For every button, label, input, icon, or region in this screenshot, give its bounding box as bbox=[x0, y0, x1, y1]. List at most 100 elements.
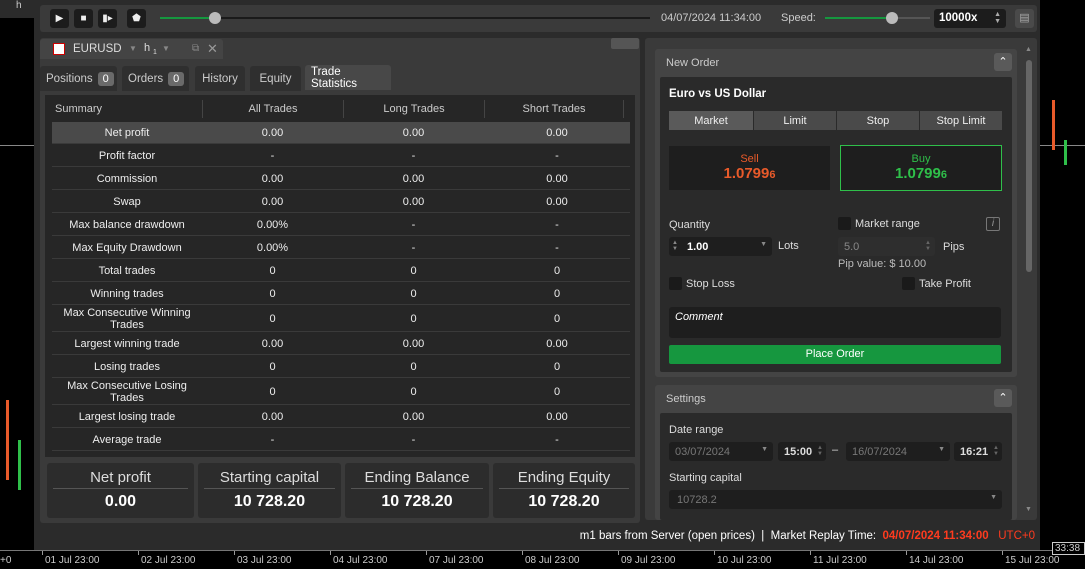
play-button[interactable]: ▶ bbox=[50, 9, 69, 28]
tab-orders[interactable]: Orders 0 bbox=[122, 66, 189, 91]
long-trades-value: 0 bbox=[410, 264, 417, 277]
popout-icon[interactable]: ⧉ bbox=[192, 43, 199, 54]
chart-timeframe[interactable]: h bbox=[16, 0, 22, 11]
speed-slider-handle[interactable] bbox=[886, 12, 898, 24]
take-profit-checkbox[interactable] bbox=[902, 277, 915, 290]
table-row[interactable]: Profit factor - - - bbox=[52, 145, 630, 167]
all-trades-value: - bbox=[270, 433, 275, 446]
col-header-long: Long Trades bbox=[343, 100, 484, 118]
long-trades-value: 0 bbox=[410, 360, 417, 373]
market-range-input[interactable]: 5.0 ▲ ▼ bbox=[838, 237, 935, 256]
tab-positions[interactable]: Positions 0 bbox=[40, 66, 117, 91]
spinner-icon[interactable]: ▲ ▼ bbox=[993, 445, 999, 457]
table-row[interactable]: Max balance drawdown 0.00% - - bbox=[52, 214, 630, 236]
step-candle-button[interactable]: ▮▸ bbox=[98, 9, 117, 28]
chart-tab[interactable]: EURUSD ▼ h 1 ▼ ⧉ ✕ bbox=[40, 39, 223, 59]
axis-tick bbox=[714, 551, 715, 555]
info-icon[interactable]: i bbox=[986, 217, 1000, 231]
table-row[interactable]: Max Equity Drawdown 0.00% - - bbox=[52, 237, 630, 259]
drag-handle[interactable] bbox=[611, 38, 639, 49]
end-date-picker[interactable]: 16/07/2024 ▼ bbox=[846, 442, 950, 461]
col-header-short: Short Trades bbox=[484, 100, 624, 118]
market-range-label: Market range bbox=[855, 218, 920, 230]
start-time-input[interactable]: 15:00 ▲ ▼ bbox=[778, 442, 826, 461]
all-trades-value: 0 bbox=[269, 287, 276, 300]
axis-tick bbox=[330, 551, 331, 555]
all-trades-value: 0.00% bbox=[256, 241, 289, 254]
scrollbar[interactable]: ▲ ▼ bbox=[1024, 46, 1034, 516]
short-trades-value: 0.00 bbox=[546, 126, 568, 139]
sell-button[interactable]: Sell 1.07996 bbox=[669, 146, 830, 190]
tab-label: History bbox=[202, 72, 238, 85]
order-type-tab[interactable]: Market bbox=[669, 111, 753, 130]
progress-track[interactable] bbox=[160, 17, 650, 19]
dropdown-icon[interactable]: ▼ bbox=[761, 446, 768, 453]
close-icon[interactable]: ✕ bbox=[207, 41, 218, 57]
row-label: Average trade bbox=[92, 433, 162, 446]
dropdown-icon[interactable]: ▼ bbox=[760, 241, 767, 248]
quantity-input[interactable]: 1.00 ▲ ▼ ▼ bbox=[669, 237, 772, 256]
scrollbar-thumb[interactable] bbox=[1026, 60, 1032, 272]
long-trades-value: 0.00 bbox=[402, 126, 425, 139]
stop-button[interactable]: ■ bbox=[74, 9, 93, 28]
axis-label: 15 Jul 23:00 bbox=[1005, 555, 1060, 566]
axis-tick bbox=[138, 551, 139, 555]
spinner-icon[interactable]: ▲ ▼ bbox=[994, 11, 1001, 25]
table-row[interactable]: Net profit 0.00 0.00 0.00 bbox=[52, 122, 630, 144]
axis-tick bbox=[522, 551, 523, 555]
instrument-name: Euro vs US Dollar bbox=[669, 88, 767, 100]
spinner-icon[interactable]: ▲ ▼ bbox=[817, 445, 823, 457]
symbol-dropdown-icon[interactable]: ▼ bbox=[129, 44, 137, 53]
sell-label: Sell bbox=[740, 153, 759, 165]
table-row[interactable]: Total trades 0 0 0 bbox=[52, 260, 630, 282]
stop-loss-label: Stop Loss bbox=[686, 278, 735, 290]
scroll-up-icon[interactable]: ▲ bbox=[1025, 46, 1032, 53]
short-trades-value: 0.00 bbox=[546, 195, 568, 208]
tab-trade-statistics[interactable]: Trade Statistics bbox=[305, 65, 391, 90]
order-type-tab[interactable]: Limit bbox=[754, 111, 836, 130]
collapse-icon[interactable]: ⌃ bbox=[994, 53, 1012, 71]
place-order-button[interactable]: Place Order bbox=[669, 345, 1001, 364]
scroll-down-icon[interactable]: ▼ bbox=[1025, 506, 1032, 513]
axis-label: 04 Jul 23:00 bbox=[333, 555, 388, 566]
row-label: Max balance drawdown bbox=[69, 218, 185, 231]
table-row[interactable]: Largest winning trade 0.00 0.00 0.00 bbox=[52, 333, 630, 355]
short-trades-value: 0.00 bbox=[546, 172, 568, 185]
collapse-icon[interactable]: ⌃ bbox=[994, 389, 1012, 407]
spinner-icon[interactable]: ▲ ▼ bbox=[672, 240, 678, 252]
timeframe-dropdown-icon[interactable]: ▼ bbox=[162, 44, 170, 53]
date-range-label: Date range bbox=[669, 424, 724, 436]
row-label: Max Consecutive Winning Trades bbox=[63, 306, 191, 331]
tab-equity[interactable]: Equity bbox=[250, 66, 301, 91]
order-type-tab[interactable]: Stop bbox=[837, 111, 919, 130]
stop-loss-checkbox[interactable] bbox=[669, 277, 682, 290]
save-icon[interactable]: ▤ bbox=[1015, 9, 1034, 28]
starting-capital-select[interactable]: 10728.2 ▼ bbox=[669, 490, 1002, 509]
end-time-input[interactable]: 16:21 ▲ ▼ bbox=[954, 442, 1002, 461]
comment-input[interactable]: Comment bbox=[669, 307, 1001, 338]
bookmark-button[interactable]: ⬟ bbox=[127, 9, 146, 28]
table-row[interactable]: Max Consecutive Winning Trades 0 0 0 bbox=[52, 306, 630, 332]
table-row[interactable]: Commission 0.00 0.00 0.00 bbox=[52, 168, 630, 190]
sell-price: 1.0799 bbox=[723, 165, 770, 182]
market-range-checkbox[interactable] bbox=[838, 217, 851, 230]
speed-input[interactable]: 10000x ▲ ▼ bbox=[934, 9, 1006, 28]
start-date-picker[interactable]: 03/07/2024 ▼ bbox=[669, 442, 773, 461]
progress-slider-handle[interactable] bbox=[208, 12, 221, 24]
row-label: Largest losing trade bbox=[78, 410, 176, 423]
tab-history[interactable]: History bbox=[195, 66, 245, 91]
dropdown-icon[interactable]: ▼ bbox=[990, 494, 997, 501]
table-row[interactable]: Losing trades 0 0 0 bbox=[52, 356, 630, 378]
table-row[interactable]: Winning trades 0 0 0 bbox=[52, 283, 630, 305]
order-type-tab[interactable]: Stop Limit bbox=[920, 111, 1002, 130]
timeframe-sub: 1 bbox=[153, 49, 157, 56]
dropdown-icon[interactable]: ▼ bbox=[938, 446, 945, 453]
table-row[interactable]: Largest losing trade 0.00 0.00 0.00 bbox=[52, 406, 630, 428]
quantity-label: Quantity bbox=[669, 219, 710, 231]
table-row[interactable]: Max Consecutive Losing Trades 0 0 0 bbox=[52, 379, 630, 405]
buy-button[interactable]: Buy 1.07996 bbox=[840, 145, 1002, 191]
table-row[interactable]: Swap 0.00 0.00 0.00 bbox=[52, 191, 630, 213]
table-row[interactable]: Average trade - - - bbox=[52, 429, 630, 451]
long-trades-value: 0.00 bbox=[402, 172, 425, 185]
spinner-icon[interactable]: ▲ ▼ bbox=[925, 240, 931, 252]
